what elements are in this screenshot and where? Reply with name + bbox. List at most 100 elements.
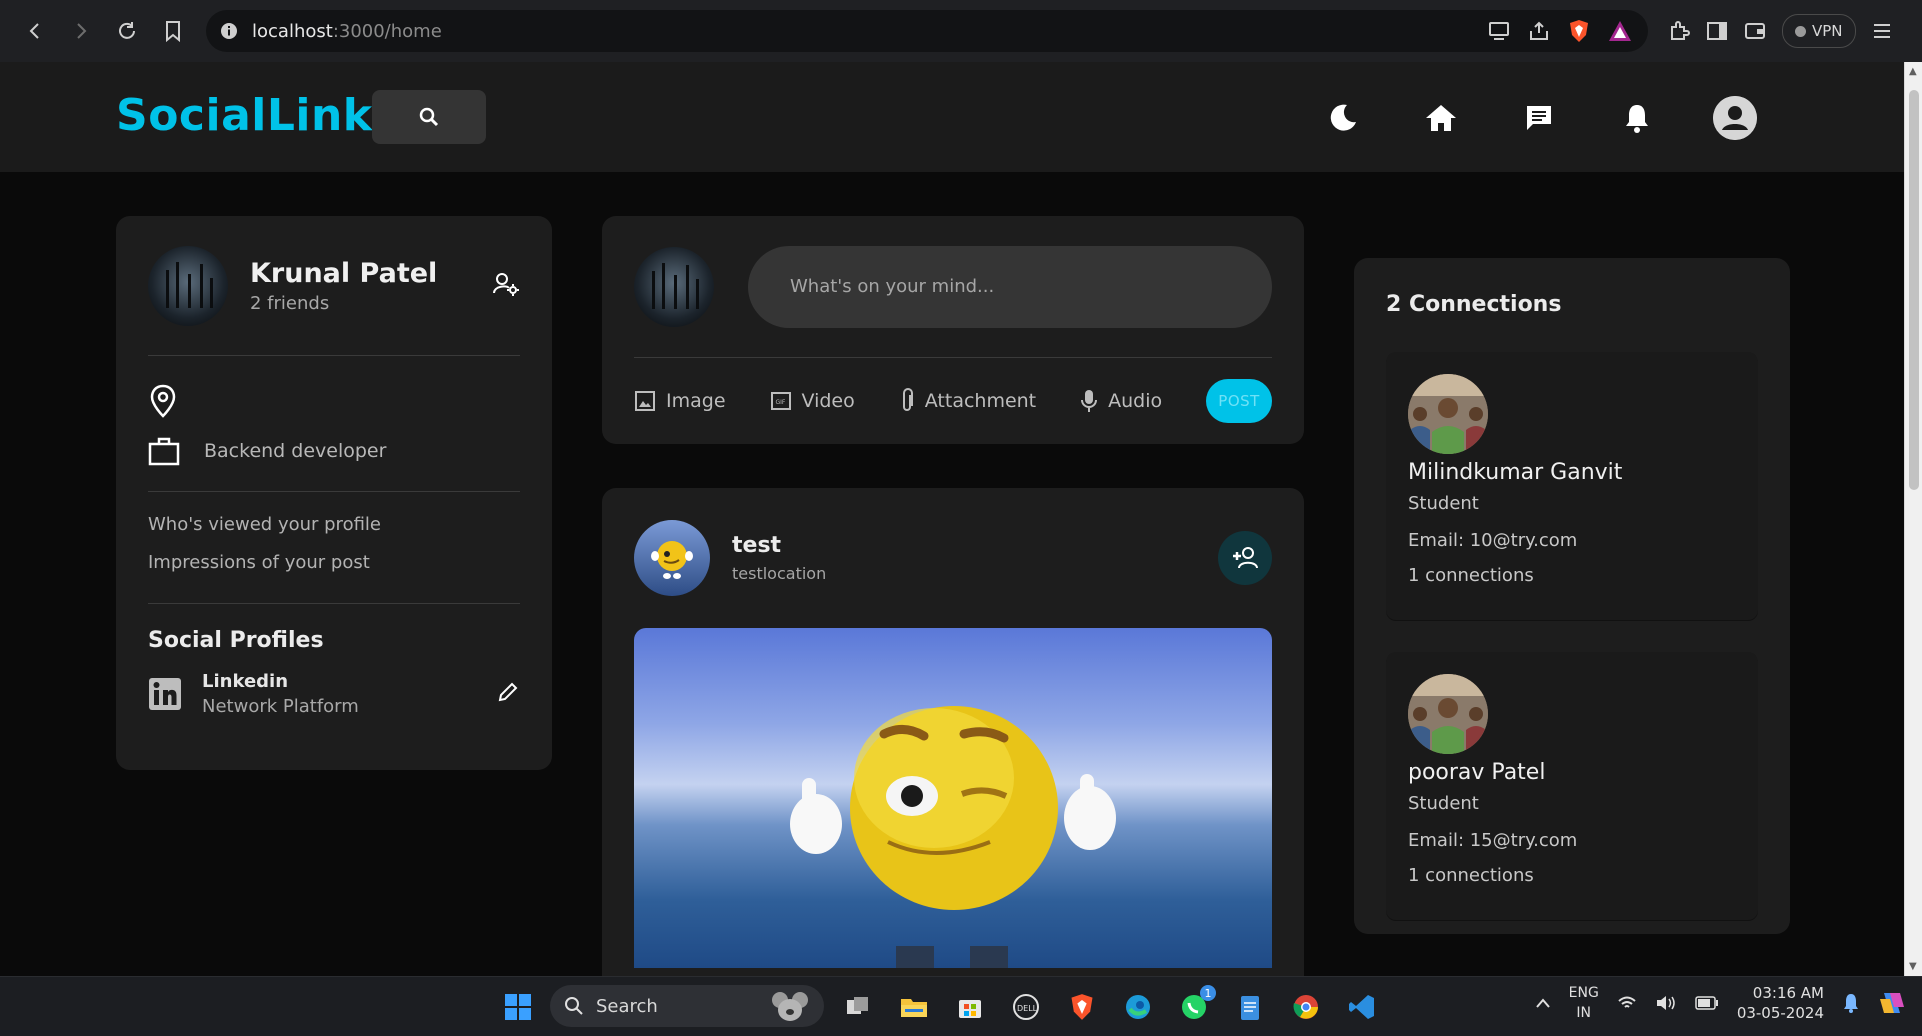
home-button[interactable] bbox=[1392, 96, 1490, 140]
location-pin-icon bbox=[150, 384, 176, 418]
main-content: Krunal Patel 2 friends Backend developer… bbox=[0, 172, 1904, 1008]
clock[interactable]: 03:16 AM 03-05-2024 bbox=[1737, 983, 1824, 1023]
vpn-button[interactable]: VPN bbox=[1782, 14, 1856, 48]
connection-card[interactable]: Milindkumar Ganvit Student Email: 10@try… bbox=[1386, 352, 1758, 620]
reload-icon[interactable] bbox=[104, 8, 150, 54]
attachment-label: Attachment bbox=[924, 390, 1037, 412]
connections-panel: 2 Connections Milindkumar Ganvit Student… bbox=[1354, 258, 1790, 934]
image-button[interactable]: Image bbox=[634, 390, 726, 412]
microphone-icon bbox=[1081, 390, 1098, 412]
page-scrollbar[interactable]: ▲ ▼ bbox=[1904, 62, 1922, 976]
wallet-icon[interactable] bbox=[1744, 21, 1766, 41]
forward-icon[interactable] bbox=[58, 8, 104, 54]
scroll-up-icon[interactable]: ▲ bbox=[1909, 66, 1917, 77]
winking-emoji-image bbox=[790, 706, 1116, 968]
messages-button[interactable] bbox=[1490, 96, 1588, 140]
account-button[interactable] bbox=[1686, 96, 1784, 140]
profile-name[interactable]: Krunal Patel bbox=[250, 258, 437, 289]
extensions-area: VPN bbox=[1668, 14, 1892, 48]
input-language[interactable]: ENG IN bbox=[1569, 983, 1599, 1023]
notification-bell-icon[interactable] bbox=[1842, 993, 1860, 1013]
site-info-icon[interactable] bbox=[220, 22, 238, 40]
attachment-button[interactable]: Attachment bbox=[899, 388, 1036, 414]
header-actions bbox=[1294, 96, 1784, 140]
post-button[interactable]: POST bbox=[1206, 379, 1272, 423]
user-settings-icon bbox=[493, 272, 519, 296]
battery-icon[interactable] bbox=[1695, 996, 1719, 1010]
search-icon bbox=[565, 997, 583, 1015]
connection-avatar[interactable] bbox=[1408, 674, 1488, 754]
social-profiles: Social Profiles Linkedin Network Platfor… bbox=[148, 604, 520, 717]
profile-friends: 2 friends bbox=[250, 292, 330, 314]
brave-shields-icon[interactable] bbox=[1568, 19, 1590, 43]
profile-avatar[interactable] bbox=[148, 245, 228, 326]
briefcase-icon bbox=[148, 437, 180, 466]
share-icon[interactable] bbox=[1528, 21, 1550, 41]
clock-time: 03:16 AM bbox=[1752, 984, 1824, 1002]
brave-rewards-icon[interactable] bbox=[1608, 20, 1632, 42]
notepad-icon[interactable] bbox=[1230, 987, 1270, 1027]
social-linkedin-row: Linkedin Network Platform bbox=[148, 671, 520, 717]
os-taskbar: Search DELL 1 ENG IN 03:16 AM 03-05-2024 bbox=[0, 976, 1922, 1036]
windows-start-icon[interactable] bbox=[498, 987, 538, 1027]
paperclip-icon bbox=[902, 388, 913, 411]
post-author-avatar[interactable] bbox=[634, 520, 710, 596]
lang-top: ENG bbox=[1568, 985, 1599, 1001]
chat-icon bbox=[1527, 106, 1551, 130]
dell-icon[interactable]: DELL bbox=[1006, 987, 1046, 1027]
vpn-status-dot bbox=[1795, 25, 1806, 37]
volume-icon[interactable] bbox=[1655, 994, 1677, 1012]
image-label: Image bbox=[666, 390, 726, 412]
chevron-up-icon[interactable] bbox=[1535, 997, 1551, 1009]
connection-avatar[interactable] bbox=[1408, 374, 1488, 454]
bookmark-icon[interactable] bbox=[150, 8, 196, 54]
video-label: Video bbox=[801, 390, 855, 412]
scroll-down-icon[interactable]: ▼ bbox=[1909, 961, 1917, 972]
profile-info: Backend developer bbox=[148, 356, 520, 492]
whatsapp-icon[interactable]: 1 bbox=[1174, 985, 1216, 1027]
chrome-icon[interactable] bbox=[1286, 987, 1326, 1027]
file-explorer-icon[interactable] bbox=[894, 987, 934, 1027]
search-button[interactable] bbox=[372, 90, 486, 144]
sidebar-toggle-icon[interactable] bbox=[1706, 21, 1728, 41]
post-author-name[interactable]: test bbox=[732, 533, 826, 558]
audio-label: Audio bbox=[1108, 390, 1163, 412]
connection-name[interactable]: poorav Patel bbox=[1408, 760, 1736, 785]
post-composer: What's on your mind... Image GIF Video A… bbox=[602, 216, 1304, 444]
brave-browser-icon[interactable] bbox=[1062, 987, 1102, 1027]
taskbar-search[interactable]: Search bbox=[550, 985, 824, 1027]
connection-name[interactable]: Milindkumar Ganvit bbox=[1408, 460, 1736, 485]
post-image[interactable] bbox=[634, 628, 1272, 968]
add-friend-button[interactable] bbox=[1218, 531, 1272, 585]
moon-icon bbox=[1330, 104, 1356, 131]
edge-icon[interactable] bbox=[1118, 987, 1158, 1027]
app-logo[interactable]: SocialLink bbox=[116, 90, 373, 141]
connection-email: Email: 10@try.com bbox=[1408, 530, 1578, 551]
microsoft-store-icon[interactable] bbox=[950, 987, 990, 1027]
svg-text:GIF: GIF bbox=[775, 399, 785, 406]
vscode-icon[interactable] bbox=[1342, 987, 1382, 1027]
scrollbar-thumb[interactable] bbox=[1909, 90, 1919, 490]
linkedin-icon bbox=[149, 678, 181, 710]
connection-count: 1 connections bbox=[1408, 865, 1534, 886]
social-name[interactable]: Linkedin bbox=[202, 671, 359, 692]
connection-card[interactable]: poorav Patel Student Email: 15@try.com 1… bbox=[1386, 652, 1758, 920]
copilot-icon[interactable] bbox=[1878, 989, 1906, 1017]
video-button[interactable]: GIF Video bbox=[770, 390, 855, 412]
notifications-button[interactable] bbox=[1588, 96, 1686, 140]
manage-account-button[interactable] bbox=[492, 271, 520, 301]
svg-text:DELL: DELL bbox=[1017, 1004, 1038, 1013]
address-bar[interactable]: localhost:3000/home bbox=[206, 10, 1648, 52]
dark-mode-toggle[interactable] bbox=[1294, 96, 1392, 140]
back-icon[interactable] bbox=[12, 8, 58, 54]
post-input[interactable]: What's on your mind... bbox=[748, 245, 1272, 328]
audio-button[interactable]: Audio bbox=[1080, 389, 1162, 413]
cast-icon[interactable] bbox=[1488, 21, 1510, 41]
wifi-icon[interactable] bbox=[1617, 995, 1637, 1011]
image-icon bbox=[635, 391, 655, 411]
task-view-icon[interactable] bbox=[838, 987, 878, 1027]
edit-social-button[interactable] bbox=[496, 680, 520, 708]
extensions-icon[interactable] bbox=[1668, 20, 1690, 42]
menu-icon[interactable] bbox=[1872, 22, 1892, 40]
feed-post: test testlocation bbox=[602, 488, 1304, 1008]
